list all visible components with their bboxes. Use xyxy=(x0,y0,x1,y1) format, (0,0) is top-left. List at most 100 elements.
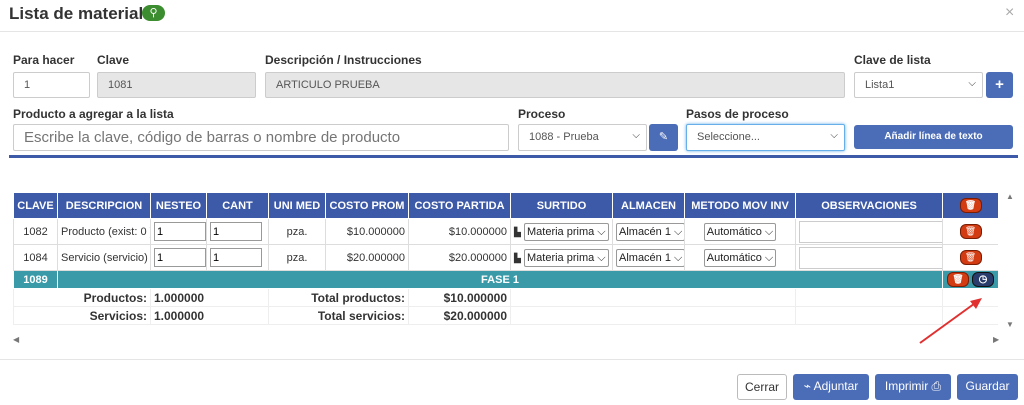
clave-lista-label: Clave de lista xyxy=(854,53,931,67)
proceso-label: Proceso xyxy=(518,107,566,121)
descripcion-label: Descripción / Instrucciones xyxy=(265,53,422,67)
table-header-row: CLAVE DESCRIPCION NESTEO CANT UNI MED CO… xyxy=(13,192,998,219)
scroll-up-arrow[interactable]: ▲ xyxy=(1006,192,1014,201)
cant-input[interactable] xyxy=(210,248,262,267)
surtido-select[interactable]: Materia prima ⌵ xyxy=(523,222,609,241)
plus-icon: + xyxy=(995,76,1004,93)
phase-row: 1089 FASE 1 🗑 ◷ xyxy=(13,270,998,289)
trash-icon[interactable]: 🗑 xyxy=(959,198,982,213)
row-costo-partida: $20.000000 xyxy=(408,244,511,271)
row-metodo-cell: Automático ⌵ xyxy=(684,218,796,245)
almacen-value: Almacén 1 xyxy=(619,251,671,264)
productos-value: 1.000000 xyxy=(150,288,269,307)
pencil-icon: ✎ xyxy=(658,131,669,143)
table-row: 1084 Servicio (servicio) pza. $20.000000… xyxy=(13,244,998,271)
para-hacer-input[interactable] xyxy=(13,72,90,98)
col-clave: CLAVE xyxy=(13,192,58,219)
col-almacen: ALMACEN xyxy=(612,192,685,219)
row-uni-med: pza. xyxy=(268,218,326,245)
clave-lista-value: Lista1 xyxy=(865,79,895,91)
surtido-value: Materia prima xyxy=(526,225,595,238)
descripcion-input[interactable] xyxy=(265,72,845,98)
row-almacen-cell: Almacén 1 ⌵ xyxy=(612,218,685,245)
trash-icon[interactable]: 🗑 xyxy=(946,272,969,287)
metodo-value: Automático xyxy=(706,251,762,264)
pasos-select[interactable]: Seleccione... ⌵ xyxy=(686,124,845,151)
footer-divider xyxy=(0,359,1024,360)
table-row: 1082 Producto (exist: 0 ) pza. $10.00000… xyxy=(13,218,998,245)
imprimir-label: Imprimir xyxy=(884,379,929,393)
cant-input[interactable] xyxy=(210,222,262,241)
annotation-arrow-icon xyxy=(919,298,982,344)
surtido-select[interactable]: Materia prima ⌵ xyxy=(523,248,609,267)
row-almacen-cell: Almacén 1 ⌵ xyxy=(612,244,685,271)
productos-label: Productos: xyxy=(13,288,151,307)
imprimir-button[interactable]: Imprimir ⎙ xyxy=(875,374,951,400)
guardar-button[interactable]: Guardar xyxy=(957,374,1018,400)
totals-spacer xyxy=(510,288,796,307)
para-hacer-label: Para hacer xyxy=(13,53,75,67)
factory-icon: ▙ xyxy=(514,226,521,237)
metodo-select[interactable]: Automático ⌵ xyxy=(703,222,777,241)
cerrar-button[interactable]: Cerrar xyxy=(737,374,787,400)
observaciones-textarea[interactable] xyxy=(799,220,942,243)
row-uni-med: pza. xyxy=(268,244,326,271)
product-search-input[interactable] xyxy=(13,124,509,151)
trash-icon[interactable]: 🗑 xyxy=(959,224,982,239)
pasos-label: Pasos de proceso xyxy=(686,107,789,121)
chevron-down-icon: ⌵ xyxy=(830,130,838,141)
nesteo-input[interactable] xyxy=(154,248,206,267)
col-actions: 🗑 xyxy=(942,192,998,219)
print-icon: ⎙ xyxy=(931,379,942,393)
row-action-cell: 🗑 xyxy=(942,218,998,245)
section-divider xyxy=(9,155,1018,158)
close-icon[interactable]: × xyxy=(1005,4,1014,22)
trash-icon[interactable]: 🗑 xyxy=(959,250,982,265)
row-descripcion: Servicio (servicio) xyxy=(57,244,151,271)
scroll-left-arrow[interactable]: ◀ xyxy=(13,335,19,344)
totals-spacer xyxy=(510,306,796,325)
col-surtido: SURTIDO xyxy=(510,192,613,219)
clave-input[interactable] xyxy=(97,72,256,98)
row-surtido-cell: ▙ Materia prima ⌵ xyxy=(510,218,613,245)
modal-title: Lista de materiales xyxy=(9,4,163,23)
row-clave: 1082 xyxy=(13,218,58,245)
row-descripcion: Producto (exist: 0 ) xyxy=(57,218,151,245)
servicios-value: 1.000000 xyxy=(150,306,269,325)
col-observaciones: OBSERVACIONES xyxy=(795,192,943,219)
row-costo-prom: $10.000000 xyxy=(325,218,409,245)
row-surtido-cell: ▙ Materia prima ⌵ xyxy=(510,244,613,271)
add-list-button[interactable]: + xyxy=(986,72,1013,98)
factory-icon: ▙ xyxy=(514,252,521,263)
metodo-select[interactable]: Automático ⌵ xyxy=(703,248,777,267)
edit-proceso-button[interactable]: ✎ xyxy=(649,124,678,151)
proceso-value: 1088 - Prueba xyxy=(529,131,599,143)
row-costo-partida: $10.000000 xyxy=(408,218,511,245)
clock-icon[interactable]: ◷ xyxy=(972,272,995,287)
total-servicios-label: Total servicios: xyxy=(268,306,409,325)
nesteo-input[interactable] xyxy=(154,222,206,241)
modal-header: Lista de materiales ⚲ × xyxy=(0,0,1024,32)
clave-lista-select[interactable]: Lista1 ⌵ xyxy=(854,72,983,98)
scroll-down-arrow[interactable]: ▼ xyxy=(1006,320,1014,329)
add-text-line-button[interactable]: Añadir línea de texto xyxy=(854,125,1013,149)
row-metodo-cell: Automático ⌵ xyxy=(684,244,796,271)
row-action-cell: 🗑 xyxy=(942,244,998,271)
adjuntar-button[interactable]: ⌁ Adjuntar xyxy=(793,374,869,400)
proceso-select[interactable]: 1088 - Prueba ⌵ xyxy=(518,124,647,151)
observaciones-textarea[interactable] xyxy=(799,246,942,269)
materials-table-wrap: CLAVE DESCRIPCION NESTEO CANT UNI MED CO… xyxy=(13,192,998,329)
almacen-select[interactable]: Almacén 1 ⌵ xyxy=(616,248,684,267)
col-uni-med: UNI MED xyxy=(268,192,326,219)
scroll-right-arrow[interactable]: ▶ xyxy=(993,335,999,344)
totals-row-productos: Productos: 1.000000 Total productos: $10… xyxy=(13,288,998,307)
row-nesteo-cell xyxy=(150,218,207,245)
row-costo-prom: $20.000000 xyxy=(325,244,409,271)
total-servicios-value: $20.000000 xyxy=(408,306,511,325)
sitemap-icon: ⚲ xyxy=(142,5,165,21)
row-clave: 1084 xyxy=(13,244,58,271)
almacen-select[interactable]: Almacén 1 ⌵ xyxy=(616,222,684,241)
row-nesteo-cell xyxy=(150,244,207,271)
total-productos-label: Total productos: xyxy=(268,288,409,307)
adjuntar-label: Adjuntar xyxy=(813,379,859,393)
